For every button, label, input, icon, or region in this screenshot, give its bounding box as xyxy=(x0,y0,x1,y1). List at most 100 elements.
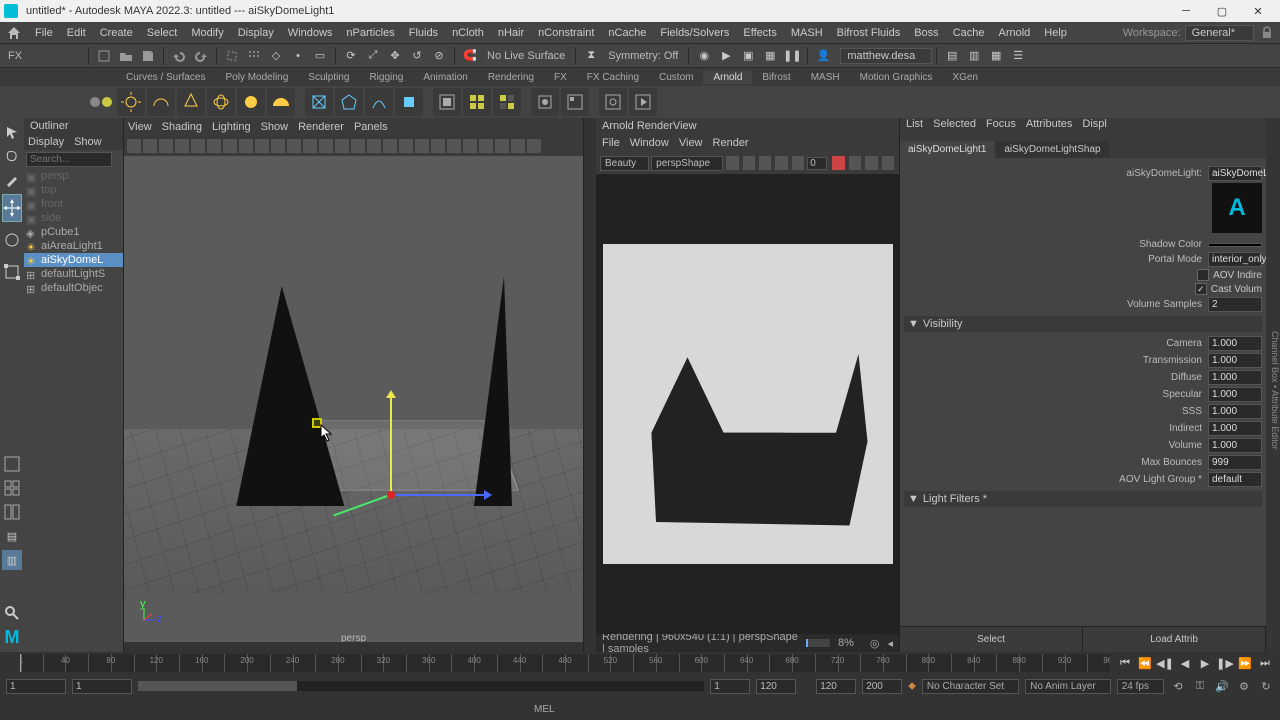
mel-label[interactable]: MEL xyxy=(534,704,555,715)
ae-volume-samples-field[interactable]: 2 xyxy=(1208,297,1262,312)
shelf-tab[interactable]: Animation xyxy=(413,71,477,84)
menu-effects[interactable]: Effects xyxy=(736,27,783,39)
redo-icon[interactable] xyxy=(191,46,211,66)
rv-snapshot-icon[interactable]: ◎ xyxy=(870,637,880,650)
vp-tool-icon[interactable] xyxy=(223,139,237,153)
save-scene-icon[interactable] xyxy=(138,46,158,66)
arnold-renderview-icon[interactable] xyxy=(599,88,627,116)
maximize-button[interactable]: ▢ xyxy=(1204,0,1240,22)
anim-layer-dropdown[interactable]: No Anim Layer xyxy=(1025,679,1111,694)
menu-create[interactable]: Create xyxy=(93,27,140,39)
lock-icon[interactable] xyxy=(1260,26,1274,40)
ipr-icon[interactable]: ▦ xyxy=(760,46,780,66)
photometric-light-icon[interactable] xyxy=(207,88,235,116)
rv-crop-icon[interactable] xyxy=(726,156,738,170)
vp-tool-icon[interactable] xyxy=(175,139,189,153)
menu-edit[interactable]: Edit xyxy=(60,27,93,39)
rv-aov-dropdown[interactable]: Beauty xyxy=(600,156,649,171)
menu-fieldssolvers[interactable]: Fields/Solvers xyxy=(653,27,736,39)
time-ruler[interactable]: 1408012016020024028032036040044048052056… xyxy=(20,654,1110,672)
new-scene-icon[interactable] xyxy=(94,46,114,66)
vp-panels-menu[interactable]: Panels xyxy=(354,121,388,133)
rv-refresh-icon[interactable] xyxy=(849,156,861,170)
menu-ncache[interactable]: nCache xyxy=(601,27,653,39)
rv-render-menu[interactable]: Render xyxy=(713,137,749,149)
vp-tool-icon[interactable] xyxy=(511,139,525,153)
ae-specular-field[interactable]: 1.000 xyxy=(1208,387,1262,402)
rv-exposure-field[interactable]: 0 xyxy=(807,157,827,170)
vp-tool-icon[interactable] xyxy=(271,139,285,153)
outliner-persp-icon[interactable]: ▥ xyxy=(2,550,22,570)
render-settings-icon[interactable] xyxy=(531,88,559,116)
rv-view-menu[interactable]: View xyxy=(679,137,703,149)
light-manager-icon[interactable] xyxy=(493,88,521,116)
range-bar[interactable] xyxy=(138,681,704,691)
menu-help[interactable]: Help xyxy=(1037,27,1074,39)
ae-visibility-section[interactable]: ▼Visibility xyxy=(904,316,1262,332)
vp-tool-icon[interactable] xyxy=(255,139,269,153)
rv-save-icon[interactable] xyxy=(865,156,877,170)
layout-2-icon[interactable]: ▥ xyxy=(964,46,984,66)
playback-prefs-icon[interactable]: ⚙ xyxy=(1236,678,1252,694)
select-icon[interactable] xyxy=(222,46,242,66)
ae-diffuse-field[interactable]: 1.000 xyxy=(1208,370,1262,385)
vp-tool-icon[interactable] xyxy=(319,139,333,153)
fps-dropdown[interactable]: 24 fps xyxy=(1117,679,1164,694)
physical-sky-icon[interactable] xyxy=(267,88,295,116)
viewport-3d[interactable]: yz persp xyxy=(124,156,583,652)
playback-end-field[interactable] xyxy=(816,679,856,694)
area-light-icon[interactable] xyxy=(117,88,145,116)
rv-prev-snapshot-icon[interactable]: ◂ xyxy=(887,637,893,650)
lasso-tool-icon[interactable] xyxy=(2,146,22,166)
auto-key-icon[interactable]: ⚿ xyxy=(1192,678,1208,694)
rotate-tool-icon[interactable] xyxy=(2,226,22,254)
menu-nhair[interactable]: nHair xyxy=(491,27,531,39)
snap-grid-icon[interactable] xyxy=(244,46,264,66)
shelf-tab[interactable]: Bifrost xyxy=(752,71,800,84)
vp-tool-icon[interactable] xyxy=(399,139,413,153)
undo-icon[interactable] xyxy=(169,46,189,66)
vp-tool-icon[interactable] xyxy=(383,139,397,153)
outliner-show-menu[interactable]: Show xyxy=(74,136,102,148)
shelf-tab[interactable]: Curves / Surfaces xyxy=(116,71,215,84)
light-portal-icon[interactable] xyxy=(237,88,265,116)
ae-focus-menu[interactable]: Focus xyxy=(986,118,1016,136)
close-button[interactable]: ✕ xyxy=(1240,0,1276,22)
panel-divider[interactable] xyxy=(584,118,596,652)
vp-renderer-menu[interactable]: Renderer xyxy=(298,121,344,133)
shelf-tab[interactable]: Sculpting xyxy=(298,71,359,84)
shelf-tab[interactable]: Arnold xyxy=(703,71,752,84)
time-slider[interactable]: 1408012016020024028032036040044048052056… xyxy=(0,652,1280,674)
vp-tool-icon[interactable] xyxy=(415,139,429,153)
rv-camera-dropdown[interactable]: perspShape xyxy=(651,156,723,171)
symmetry-label[interactable]: Symmetry: Off xyxy=(602,50,684,62)
vp-tool-icon[interactable] xyxy=(351,139,365,153)
viewport-scrollbar[interactable] xyxy=(124,642,583,652)
rv-exposure-icon[interactable] xyxy=(792,156,804,170)
vp-tool-icon[interactable] xyxy=(367,139,381,153)
go-to-end-icon[interactable]: ⏭ xyxy=(1256,655,1274,671)
arnold-render-icon[interactable] xyxy=(629,88,657,116)
vp-show-menu[interactable]: Show xyxy=(261,121,289,133)
menu-select[interactable]: Select xyxy=(140,27,185,39)
outliner-display-menu[interactable]: Display xyxy=(28,136,64,148)
go-to-start-icon[interactable]: ⏮ xyxy=(1116,655,1134,671)
shelf-tab[interactable]: MASH xyxy=(801,71,850,84)
ae-selected-menu[interactable]: Selected xyxy=(933,118,976,136)
two-pane-side-icon[interactable] xyxy=(2,502,22,522)
move-tool-icon[interactable] xyxy=(2,194,22,222)
magnet-icon[interactable]: 🧲 xyxy=(460,46,480,66)
vp-view-menu[interactable]: View xyxy=(128,121,152,133)
workspace-dropdown[interactable]: General* xyxy=(1185,25,1254,41)
loop-icon[interactable]: ⟲ xyxy=(1170,678,1186,694)
shelf-tab[interactable]: FX xyxy=(544,71,577,84)
menu-modify[interactable]: Modify xyxy=(184,27,230,39)
ae-tab[interactable]: aiSkyDomeLight1 xyxy=(900,141,994,158)
construction-history-icon[interactable]: ◉ xyxy=(694,46,714,66)
vp-tool-icon[interactable] xyxy=(495,139,509,153)
shelf-tab[interactable]: Rigging xyxy=(359,71,413,84)
shelf-tab[interactable]: Poly Modeling xyxy=(215,71,298,84)
home-icon[interactable] xyxy=(6,25,22,41)
shelf-color-dot[interactable] xyxy=(102,97,112,107)
move-icon[interactable]: ✥ xyxy=(385,46,405,66)
